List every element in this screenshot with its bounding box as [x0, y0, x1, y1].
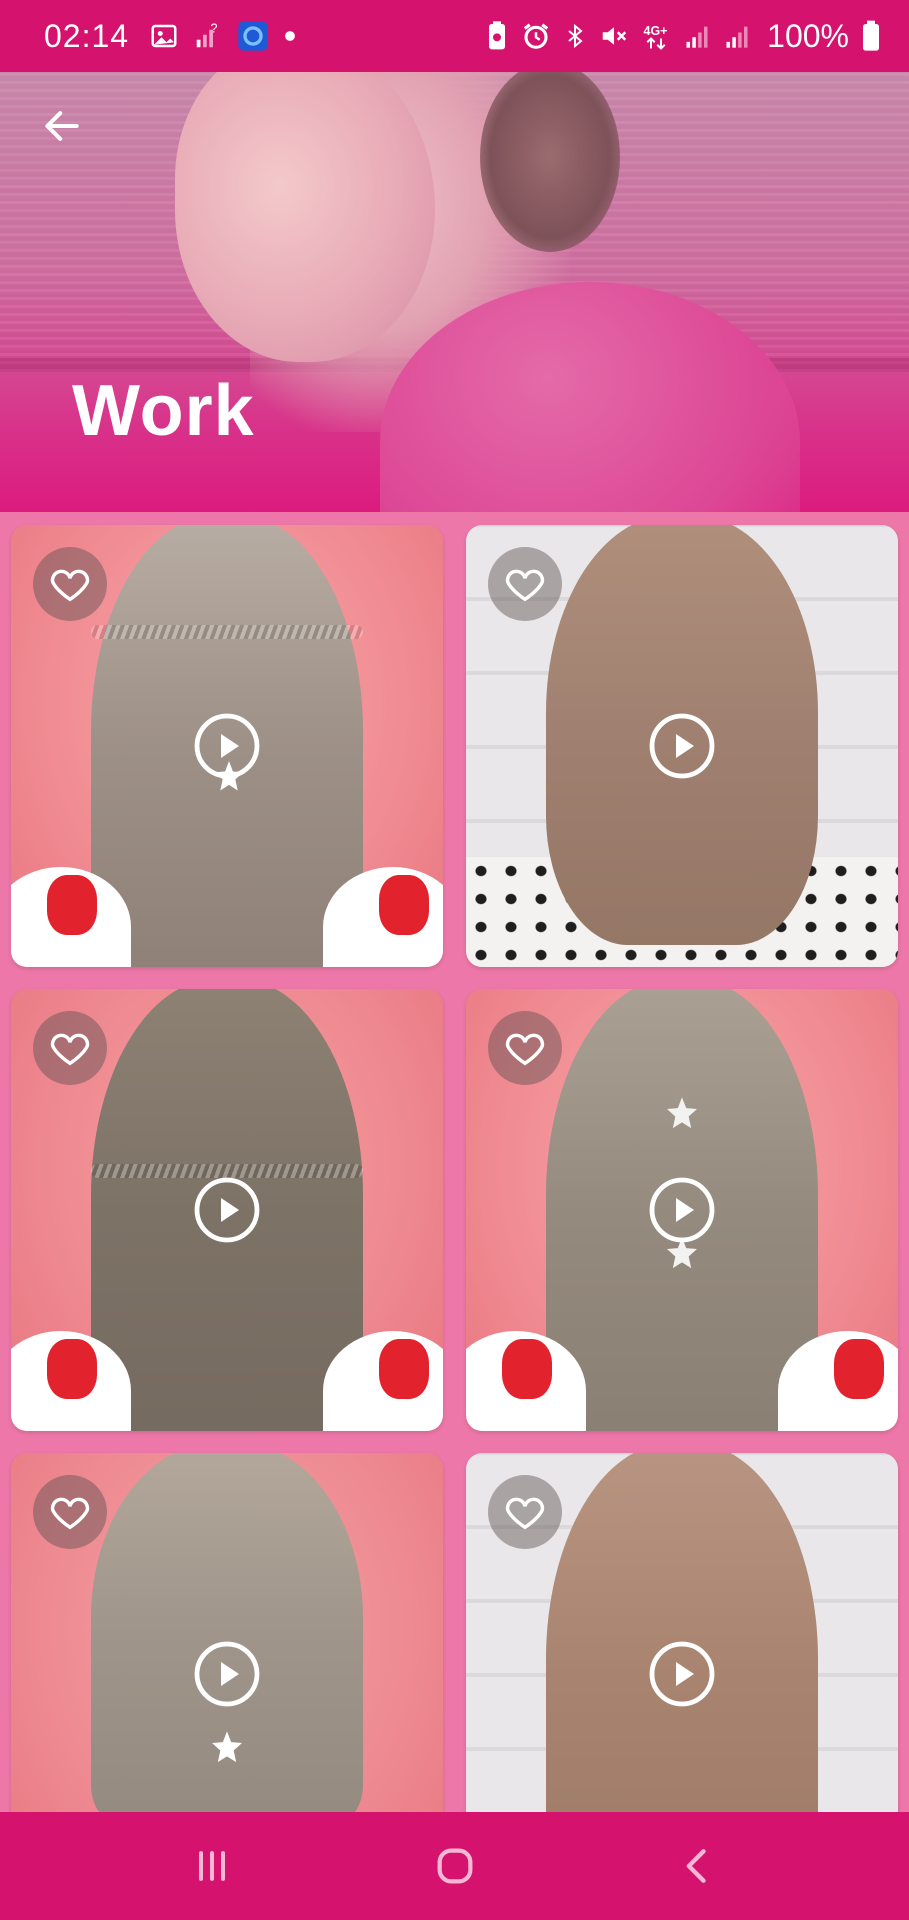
- favorite-button[interactable]: [488, 547, 562, 621]
- play-button[interactable]: [191, 710, 263, 782]
- recent-apps-icon: [198, 1851, 225, 1881]
- back-button[interactable]: [36, 100, 88, 152]
- hairstyle-card[interactable]: [11, 989, 443, 1431]
- play-circle-icon: [194, 1641, 260, 1707]
- svg-text:?: ?: [211, 21, 218, 35]
- play-button[interactable]: [646, 1638, 718, 1710]
- status-bar: 02:14 ? 4G+ 100%: [0, 0, 909, 72]
- arrow-left-icon: [45, 111, 79, 141]
- signal-question-icon: ?: [193, 21, 223, 51]
- favorite-button[interactable]: [33, 1475, 107, 1549]
- recent-apps-button[interactable]: [167, 1821, 257, 1911]
- starfish-clip-icon: [662, 1094, 702, 1134]
- 4g-icon: 4G+: [641, 21, 671, 51]
- mute-icon: [599, 21, 629, 51]
- hairstyle-card[interactable]: [11, 1453, 443, 1812]
- status-left-icons: ?: [149, 20, 297, 52]
- dot-icon: [283, 29, 297, 43]
- status-right-icons: 4G+ 100%: [485, 18, 881, 55]
- card-hair: [546, 1453, 818, 1812]
- play-circle-icon: [649, 1641, 715, 1707]
- alarm-icon: [521, 21, 551, 51]
- hairstyle-card[interactable]: [466, 989, 898, 1431]
- play-circle-icon: [194, 1177, 260, 1243]
- play-button[interactable]: [191, 1174, 263, 1246]
- hairstyle-card[interactable]: [466, 525, 898, 967]
- heart-icon: [505, 1497, 545, 1530]
- flower-clip-icon: [207, 1728, 247, 1768]
- hairstyle-grid: [0, 512, 909, 1812]
- back-chevron-icon: [686, 1849, 706, 1883]
- page-title: Work: [72, 371, 255, 451]
- battery-saver-icon: [485, 20, 509, 52]
- card-braid: [91, 625, 363, 639]
- system-back-button[interactable]: [653, 1821, 743, 1911]
- system-nav-bar: [0, 1812, 909, 1920]
- home-icon: [437, 1848, 472, 1884]
- app-badge-icon: [237, 20, 269, 52]
- play-button[interactable]: [646, 710, 718, 782]
- play-button[interactable]: [191, 1638, 263, 1710]
- hairstyle-card[interactable]: [466, 1453, 898, 1812]
- play-circle-icon: [649, 1177, 715, 1243]
- bluetooth-icon: [563, 21, 587, 51]
- battery-icon: [861, 20, 881, 52]
- signal-icon: [683, 22, 711, 50]
- banner-model-face: [175, 72, 435, 362]
- heart-icon: [50, 1033, 90, 1066]
- home-button[interactable]: [410, 1821, 500, 1911]
- favorite-button[interactable]: [33, 547, 107, 621]
- image-icon: [149, 21, 179, 51]
- play-circle-icon: [194, 713, 260, 779]
- heart-icon: [505, 569, 545, 602]
- play-button[interactable]: [646, 1174, 718, 1246]
- heart-icon: [50, 569, 90, 602]
- hairstyle-card[interactable]: [11, 525, 443, 967]
- heart-icon: [505, 1033, 545, 1066]
- play-circle-icon: [649, 713, 715, 779]
- status-time: 02:14: [44, 17, 130, 54]
- heart-icon: [50, 1497, 90, 1530]
- svg-text:4G+: 4G+: [644, 24, 668, 38]
- favorite-button[interactable]: [488, 1475, 562, 1549]
- favorite-button[interactable]: [488, 1011, 562, 1085]
- favorite-button[interactable]: [33, 1011, 107, 1085]
- app-root: 02:14 ? 4G+ 100% Work: [0, 0, 909, 1920]
- signal-icon: [723, 22, 751, 50]
- battery-percentage: 100%: [767, 17, 849, 54]
